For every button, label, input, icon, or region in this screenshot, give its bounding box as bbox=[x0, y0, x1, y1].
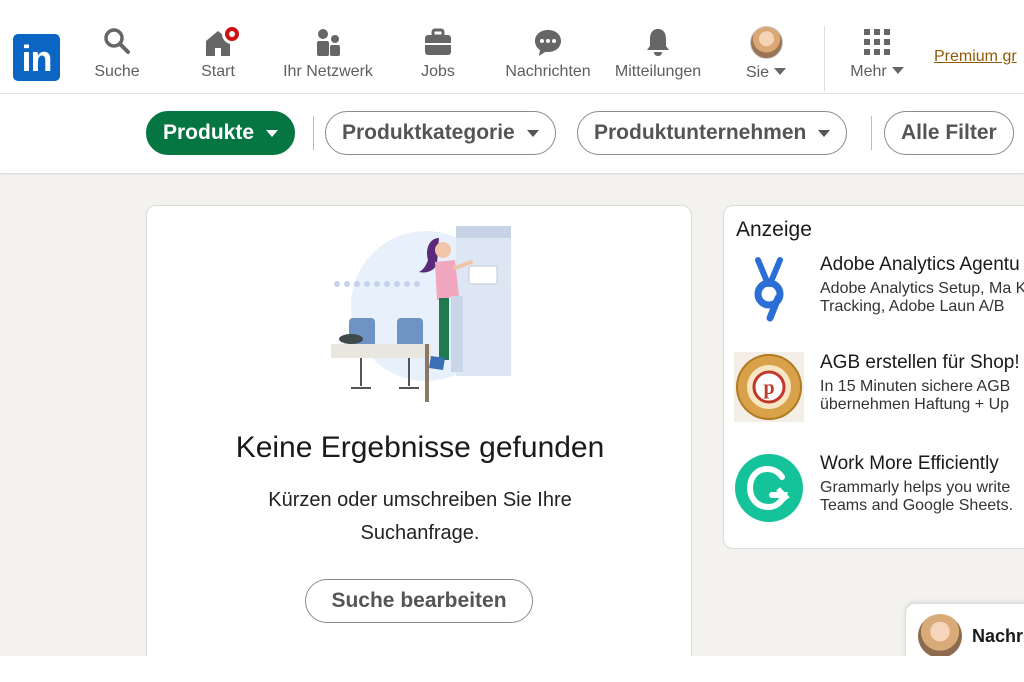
nav-label-network: Ihr Netzwerk bbox=[283, 63, 373, 80]
filter-product-company[interactable]: Produktunternehmen bbox=[577, 111, 848, 155]
network-icon bbox=[317, 29, 340, 56]
nav-label-jobs: Jobs bbox=[421, 63, 455, 80]
filter-bar: Produkte Produktkategorie Produktunterne… bbox=[0, 94, 1024, 174]
nav-label-messaging: Nachrichten bbox=[505, 63, 591, 80]
nav-label-me: Sie bbox=[745, 64, 770, 81]
all-filters-button[interactable]: Alle Filter bbox=[884, 111, 1014, 155]
ad-description: Adobe Analytics Setup, Ma KPI, Tracking,… bbox=[820, 280, 1024, 315]
nav-jobs[interactable]: Jobs bbox=[412, 26, 464, 86]
filter-products[interactable]: Produkte bbox=[146, 111, 296, 155]
chevron-down-icon bbox=[818, 130, 831, 137]
empty-state-illustration bbox=[331, 226, 511, 402]
svg-text:p: p bbox=[763, 377, 774, 399]
filter-category-label: Produktkategorie bbox=[342, 121, 515, 144]
chevron-down-icon bbox=[526, 130, 539, 137]
top-navigation: in Suche Start Ihr Netzwerk Jobs Nachric… bbox=[0, 0, 1024, 94]
empty-results-card: Keine Ergebnisse gefunden Kürzen oder um… bbox=[146, 205, 692, 665]
ad-title: AGB erstellen für Shop! bbox=[820, 352, 1020, 373]
ads-card: Anzeige Adobe Analytics Agentu Adobe Ana… bbox=[723, 205, 1024, 549]
linkedin-logo[interactable]: in bbox=[13, 34, 60, 81]
filter-separator bbox=[313, 116, 314, 150]
grammarly-icon bbox=[735, 454, 803, 522]
nav-me-label-wrap: Sie bbox=[740, 64, 792, 82]
filter-products-label: Produkte bbox=[163, 121, 255, 144]
nav-search[interactable]: Suche bbox=[88, 26, 146, 86]
bottom-edge bbox=[0, 656, 1024, 682]
chevron-down-icon bbox=[774, 68, 787, 75]
empty-state-title: Keine Ergebnisse gefunden bbox=[235, 431, 605, 464]
avatar bbox=[918, 614, 962, 658]
premium-link[interactable]: Premium gr bbox=[934, 48, 1017, 66]
nav-label-more: Mehr bbox=[850, 63, 887, 80]
messaging-label: Nachr bbox=[972, 626, 1024, 646]
search-icon bbox=[104, 28, 130, 54]
messaging-icon bbox=[535, 30, 561, 56]
ad-logo-icon bbox=[754, 257, 784, 322]
filter-company-label: Produktunternehmen bbox=[594, 121, 807, 144]
briefcase-icon bbox=[425, 28, 451, 55]
nav-more[interactable]: Mehr bbox=[844, 26, 910, 86]
filter-product-category[interactable]: Produktkategorie bbox=[325, 111, 556, 155]
nav-label-home: Start bbox=[201, 63, 235, 80]
nav-home[interactable]: Start bbox=[192, 24, 244, 86]
all-filters-label: Alle Filter bbox=[901, 121, 997, 144]
nav-me[interactable]: Sie bbox=[740, 26, 792, 86]
ad-title: Adobe Analytics Agentu bbox=[820, 254, 1020, 275]
protected-shops-seal-icon: p bbox=[734, 352, 804, 422]
nav-label-search: Suche bbox=[94, 63, 140, 80]
ads-heading: Anzeige bbox=[736, 218, 812, 241]
nav-messaging[interactable]: Nachrichten bbox=[498, 26, 598, 86]
ad-title: Work More Efficiently bbox=[820, 453, 999, 474]
avatar bbox=[749, 26, 783, 59]
grid-icon bbox=[864, 29, 890, 55]
notification-badge bbox=[222, 24, 242, 44]
messaging-overlay-tab[interactable]: Nachr bbox=[905, 603, 1024, 663]
ad-description: In 15 Minuten sichere AGB übernehmen Haf… bbox=[820, 378, 1011, 413]
nav-notifications[interactable]: Mitteilungen bbox=[608, 26, 708, 86]
chevron-down-icon bbox=[891, 67, 904, 74]
filter-separator bbox=[871, 116, 872, 150]
chevron-down-icon bbox=[266, 130, 279, 137]
nav-more-label-wrap: Mehr bbox=[844, 63, 910, 81]
edit-search-button[interactable]: Suche bearbeiten bbox=[305, 579, 533, 623]
nav-network[interactable]: Ihr Netzwerk bbox=[276, 26, 380, 86]
ad-description: Grammarly helps you write Teams and Goog… bbox=[820, 479, 1014, 514]
empty-state-subtitle: Kürzen oder umschreiben Sie Ihre Suchanf… bbox=[268, 489, 572, 544]
nav-label-notifications: Mitteilungen bbox=[614, 63, 702, 80]
nav-divider bbox=[824, 26, 825, 92]
bell-icon bbox=[647, 29, 669, 56]
